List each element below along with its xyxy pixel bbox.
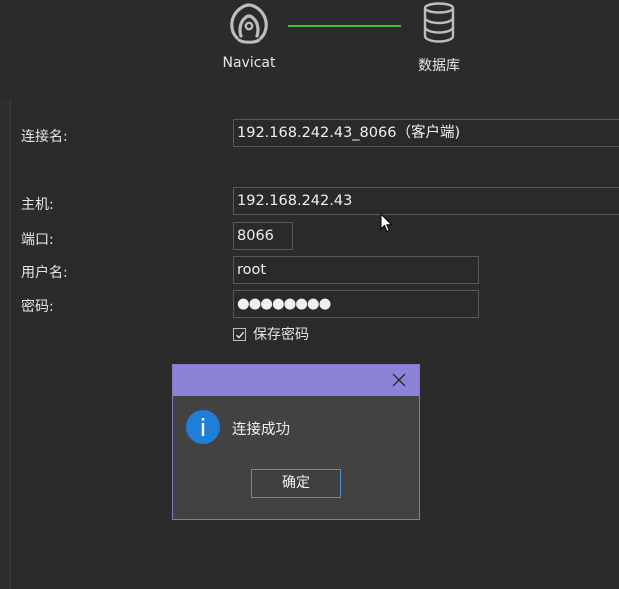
host-input[interactable]: 192.168.242.43 <box>233 187 619 215</box>
password-label: 密码: <box>21 299 54 315</box>
save-password-checkbox[interactable] <box>233 327 246 341</box>
close-icon[interactable] <box>391 372 407 388</box>
navicat-step: Navicat <box>208 0 290 71</box>
connection-window: Navicat 数据库 连接名: 主机: 端口: 用户名: 密码: 192.16… <box>0 0 619 589</box>
save-password-label: 保存密码 <box>253 327 309 343</box>
conn-name-input[interactable]: 192.168.242.43_8066（客户端) <box>233 119 619 147</box>
connection-header: Navicat 数据库 <box>0 0 619 95</box>
connection-success-dialog: 连接成功 确定 <box>172 364 420 520</box>
conn-name-label: 连接名: <box>21 129 68 145</box>
check-icon <box>236 331 245 339</box>
navicat-logo-icon <box>230 3 268 44</box>
database-icon <box>423 2 455 43</box>
password-input[interactable]: ●●●●●●●● <box>233 290 479 318</box>
dialog-message: 连接成功 <box>232 422 290 438</box>
dialog-titlebar <box>173 365 419 396</box>
mouse-cursor-icon <box>380 213 393 233</box>
database-step: 数据库 <box>398 0 480 74</box>
save-password-row[interactable]: 保存密码 <box>233 325 309 343</box>
username-label: 用户名: <box>21 265 68 281</box>
info-icon <box>186 410 220 444</box>
database-label: 数据库 <box>418 58 460 74</box>
port-label: 端口: <box>21 232 54 248</box>
username-input[interactable]: root <box>233 256 479 284</box>
host-label: 主机: <box>21 197 54 213</box>
ok-button[interactable]: 确定 <box>251 469 341 498</box>
connection-link-line <box>288 25 401 27</box>
navicat-label: Navicat <box>222 55 276 71</box>
port-input[interactable]: 8066 <box>233 222 293 250</box>
